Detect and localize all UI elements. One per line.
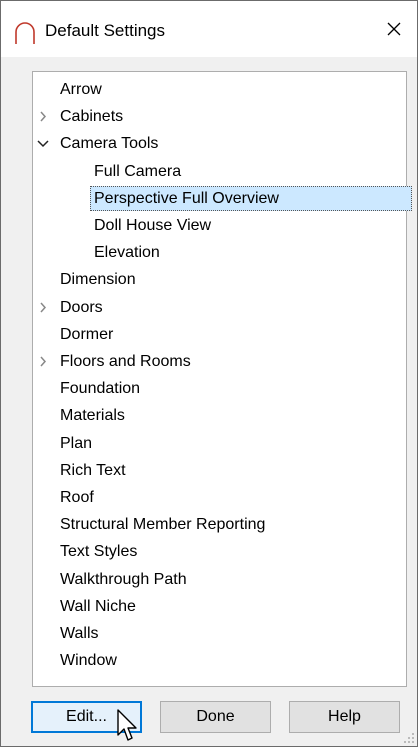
tree-item-label: Doors [60, 298, 103, 316]
chevron-down-icon[interactable] [36, 130, 50, 157]
tree-item-label: Camera Tools [60, 135, 159, 153]
resize-grip-icon[interactable] [403, 732, 415, 744]
tree-item[interactable]: Roof [33, 484, 406, 511]
tree-item[interactable]: Doors [33, 294, 406, 321]
tree-item-label: Roof [60, 489, 94, 506]
tree-item-label: Dormer [60, 325, 114, 343]
tree-item[interactable]: Walkthrough Path [33, 566, 406, 593]
close-button[interactable] [371, 1, 417, 57]
tree-item[interactable]: Walls [33, 620, 406, 647]
chevron-right-icon[interactable] [36, 348, 50, 375]
tree-item-label: Doll House View [94, 217, 212, 234]
title-bar[interactable]: Default Settings [1, 1, 417, 57]
tree-subitem[interactable]: Elevation [33, 239, 406, 266]
tree-item[interactable]: Dormer [33, 321, 406, 348]
tree-item-label: Full Camera [94, 162, 182, 180]
tree-item[interactable]: Plan [33, 430, 406, 457]
tree-item[interactable]: Floors and Rooms [33, 348, 406, 375]
tree-item-label: Rich Text [60, 461, 126, 479]
tree-item-label: Floors and Rooms [60, 353, 191, 370]
arch-icon [15, 22, 35, 44]
tree-item-label: Walls [60, 625, 99, 642]
mouse-cursor-icon [117, 709, 137, 741]
tree-item-label: Elevation [94, 244, 160, 262]
tree-item[interactable]: Dimension [33, 266, 406, 293]
tree-item-label: Window [60, 652, 117, 670]
window-title: Default Settings [45, 21, 166, 40]
chevron-right-icon[interactable] [36, 103, 50, 130]
tree-item-label: Plan [60, 434, 93, 452]
help-button[interactable]: Help [289, 701, 400, 733]
settings-tree[interactable]: Arrow Cabinets Camera Tools Full Camera Pers… [32, 71, 412, 687]
tree-item[interactable]: Rich Text [33, 457, 406, 484]
tree-item-label: Wall Niche [60, 597, 136, 615]
tree-item[interactable]: Arrow [33, 76, 406, 103]
done-button[interactable]: Done [160, 701, 271, 733]
tree-subitem[interactable]: Doll House View [33, 212, 406, 239]
tree-subitem[interactable]: Full Camera [33, 158, 406, 185]
tree-item-label: Cabinets [60, 108, 124, 126]
tree-subitem[interactable]: Perspective Full Overview [33, 185, 406, 212]
tree-item-label: Structural Member Reporting [60, 516, 266, 534]
tree-item-label: Dimension [60, 271, 136, 289]
tree-item[interactable]: Window [33, 647, 406, 674]
tree-item[interactable]: Foundation [33, 375, 406, 402]
dialog-window: Default Settings Arrow Cabinets Camera Too… [0, 0, 418, 747]
tree-item-label: Materials [60, 407, 125, 425]
tree-item-label: Foundation [60, 380, 141, 398]
tree-item[interactable]: Cabinets [33, 103, 406, 130]
tree-item[interactable]: Camera Tools [33, 130, 406, 157]
tree-item-label: Perspective Full Overview [94, 189, 279, 207]
tree-item-label: Walkthrough Path [60, 570, 187, 588]
tree-item[interactable]: Structural Member Reporting [33, 511, 406, 538]
tree-item-label: Arrow [60, 81, 102, 98]
tree-item[interactable]: Materials [33, 402, 406, 429]
tree-item[interactable]: Text Styles [33, 538, 406, 565]
chevron-right-icon[interactable] [36, 294, 50, 321]
tree-item[interactable]: Wall Niche [33, 593, 406, 620]
close-icon [387, 22, 401, 36]
tree-item-label: Text Styles [60, 543, 138, 561]
